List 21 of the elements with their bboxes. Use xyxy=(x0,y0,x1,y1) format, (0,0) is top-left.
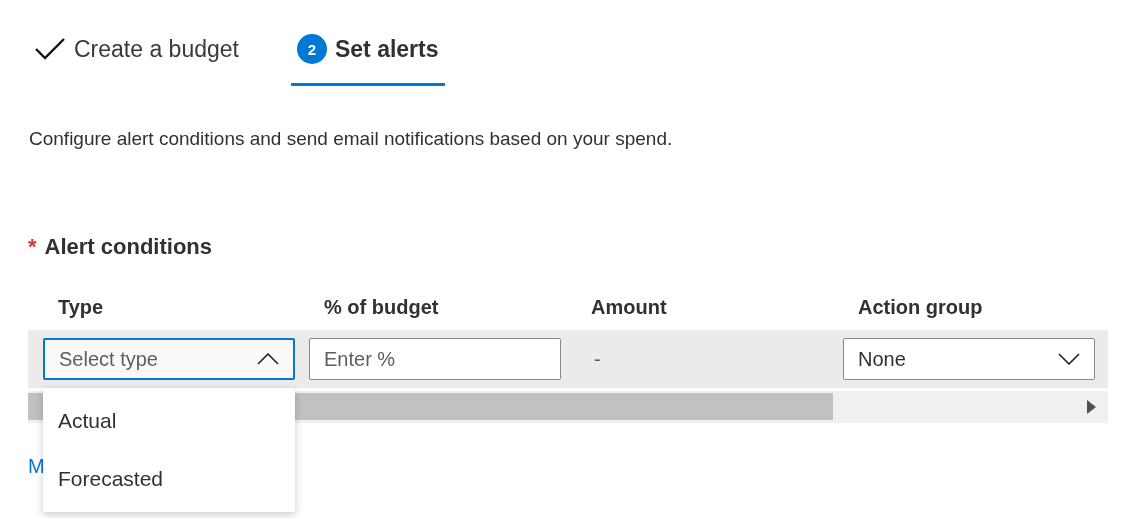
column-header: Amount xyxy=(590,296,668,320)
percent-input[interactable]: Enter % xyxy=(309,338,561,380)
column-header: Type xyxy=(57,296,105,320)
step-number: 2 xyxy=(296,34,327,64)
column-header: Action group xyxy=(857,296,984,320)
type-dropdown[interactable]: Select type xyxy=(43,338,295,380)
action-group-dropdown[interactable]: None xyxy=(843,338,1095,380)
scroll-right-icon[interactable] xyxy=(1087,400,1096,414)
check-icon xyxy=(34,37,66,61)
chevron-icon xyxy=(257,353,279,365)
column-header: % of budget xyxy=(323,296,440,320)
chevron-icon xyxy=(1058,353,1080,365)
required-mark: * xyxy=(28,234,37,260)
dropdown-option[interactable]: Actual xyxy=(43,392,295,450)
link[interactable]: M xyxy=(28,455,45,478)
step-tab[interactable]: 2 Set alerts xyxy=(290,24,445,86)
section-title: Alert conditions xyxy=(44,234,212,260)
dropdown-option[interactable]: Forecasted xyxy=(43,450,295,508)
description-text: Configure alert conditions and send email notifications based on your spend. xyxy=(29,128,674,150)
step-tab[interactable]: Create a budget xyxy=(28,24,245,86)
amount-cell-text: - xyxy=(593,347,601,370)
